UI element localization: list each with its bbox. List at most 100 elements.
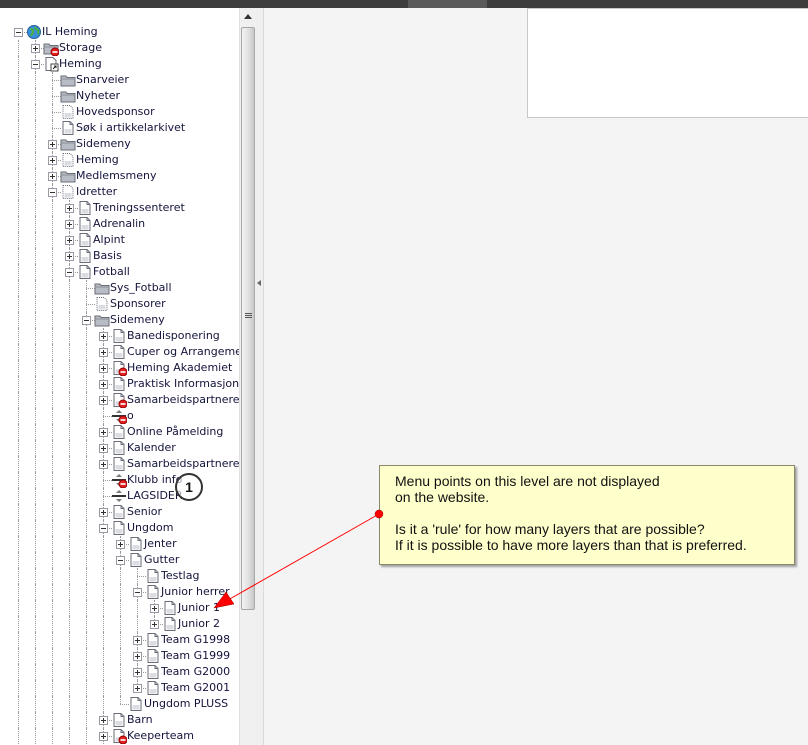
expand-icon[interactable] — [99, 460, 108, 469]
expand-icon[interactable] — [65, 204, 74, 213]
expand-icon[interactable] — [99, 348, 108, 357]
tree-node-label[interactable]: Basis — [93, 249, 122, 263]
tree-node-label[interactable]: Praktisk Informasjon — [127, 377, 239, 391]
tree-node-label[interactable]: Barn — [127, 713, 153, 727]
tree-node-label[interactable]: Heming Akademiet — [127, 361, 232, 375]
expand-icon[interactable] — [99, 508, 108, 517]
collapse-icon[interactable] — [99, 524, 108, 533]
tree-node[interactable]: Sys_Fotball — [0, 280, 239, 296]
expand-icon[interactable] — [133, 636, 142, 645]
tree-node-label[interactable]: Team G2001 — [161, 681, 230, 695]
tree-node-label[interactable]: Medlemsmeny — [76, 169, 156, 183]
tree-node-label[interactable]: Heming — [76, 153, 119, 167]
tree-node-label[interactable]: Fotball — [93, 265, 130, 279]
tree-node-label[interactable]: Heming — [59, 57, 102, 71]
tree-node-label[interactable]: Adrenalin — [93, 217, 145, 231]
tree-node-label[interactable]: Treningssenteret — [93, 201, 185, 215]
expand-icon[interactable] — [99, 364, 108, 373]
collapse-icon[interactable] — [14, 28, 23, 37]
tree-node-label[interactable]: Alpint — [93, 233, 125, 247]
tree-node[interactable]: Online Påmelding — [0, 424, 239, 440]
tree-node-label[interactable]: Online Påmelding — [127, 425, 223, 439]
tree-node[interactable]: LAGSIDER — [0, 488, 239, 504]
tree-node[interactable]: Snarveier — [0, 72, 239, 88]
expand-icon[interactable] — [133, 652, 142, 661]
tree-node[interactable]: Heming — [0, 152, 239, 168]
tree-node[interactable]: Sponsorer — [0, 296, 239, 312]
tree-node-label[interactable]: Sponsorer — [110, 297, 166, 311]
collapse-left-icon[interactable] — [257, 280, 261, 286]
tree-node[interactable]: Ungdom PLUSS — [0, 696, 239, 712]
scrollbar-thumb[interactable] — [241, 27, 255, 610]
tree-node[interactable]: Team G2000 — [0, 664, 239, 680]
tree-node[interactable]: Ungdom — [0, 520, 239, 536]
tree-node-label[interactable]: Banedisponering — [127, 329, 220, 343]
tree-node-label[interactable]: Sidemeny — [76, 137, 131, 151]
collapse-icon[interactable] — [31, 60, 40, 69]
tree-node[interactable]: Adrenalin — [0, 216, 239, 232]
expand-icon[interactable] — [48, 140, 57, 149]
collapse-icon[interactable] — [65, 268, 74, 277]
tree-node[interactable]: Treningssenteret — [0, 200, 239, 216]
tree-node-label[interactable]: Storage — [59, 41, 102, 55]
tree-node-label[interactable]: Team G1999 — [161, 649, 230, 663]
tree-node-label[interactable]: Samarbeidspartnere — [127, 393, 239, 407]
tree-node[interactable]: Junior 2 — [0, 616, 239, 632]
tree-node-label[interactable]: Søk i artikkelarkivet — [76, 121, 185, 135]
scroll-up-button[interactable] — [240, 8, 256, 26]
tree-node-label[interactable]: o — [127, 409, 134, 423]
expand-icon[interactable] — [133, 684, 142, 693]
tree-node-label[interactable]: Sys_Fotball — [110, 281, 172, 295]
tree-node[interactable]: Team G2001 — [0, 680, 239, 696]
tree-node[interactable]: Fotball — [0, 264, 239, 280]
tree-node-label[interactable]: Junior 1 — [178, 601, 220, 615]
tree-node[interactable]: Senior — [0, 504, 239, 520]
tree-node[interactable]: Basis — [0, 248, 239, 264]
collapse-icon[interactable] — [48, 188, 57, 197]
tree-node[interactable]: Søk i artikkelarkivet — [0, 120, 239, 136]
tree-node[interactable]: Keeperteam — [0, 728, 239, 745]
expand-icon[interactable] — [133, 668, 142, 677]
tree-node[interactable]: Heming Akademiet — [0, 360, 239, 377]
expand-icon[interactable] — [99, 380, 108, 389]
tree-node-label[interactable]: Samarbeidspartnere — [127, 457, 239, 471]
expand-icon[interactable] — [99, 732, 108, 741]
tree-node[interactable]: IL Heming — [0, 24, 239, 40]
panel-splitter[interactable] — [256, 8, 264, 745]
tree-node[interactable]: Storage — [0, 40, 239, 57]
tree-node[interactable]: Klubb info — [0, 472, 239, 489]
expand-icon[interactable] — [99, 396, 108, 405]
tree-node[interactable]: Junior herrer — [0, 584, 239, 600]
tree-node-label[interactable]: Hovedsponsor — [76, 105, 155, 119]
tree-node[interactable]: o — [0, 408, 239, 425]
tree-node-label[interactable]: Jenter — [144, 537, 177, 551]
tree-node-label[interactable]: Ungdom PLUSS — [144, 697, 228, 711]
expand-icon[interactable] — [65, 236, 74, 245]
tree-node[interactable]: Idretter — [0, 184, 239, 200]
tree-node-label[interactable]: Idretter — [76, 185, 117, 199]
tree-node[interactable]: Cuper og Arrangeme — [0, 344, 239, 360]
collapse-icon[interactable] — [82, 316, 91, 325]
tree-node-label[interactable]: Junior herrer — [161, 585, 230, 599]
expand-icon[interactable] — [48, 172, 57, 181]
collapse-icon[interactable] — [116, 556, 125, 565]
tree-node[interactable]: Heming — [0, 56, 239, 72]
tree-node[interactable]: Sidemeny — [0, 312, 239, 328]
tree-node-label[interactable]: Ungdom — [127, 521, 173, 535]
tree-node[interactable]: Banedisponering — [0, 328, 239, 344]
tree-scrollbar[interactable] — [239, 8, 256, 745]
tree-node[interactable]: Samarbeidspartnere — [0, 456, 239, 472]
tree-node[interactable]: Praktisk Informasjon — [0, 376, 239, 392]
tree-node-label[interactable]: IL Heming — [42, 25, 98, 39]
tree-node-label[interactable]: Senior — [127, 505, 162, 519]
tree-node-label[interactable]: Team G2000 — [161, 665, 230, 679]
tree-node[interactable]: Gutter — [0, 552, 239, 568]
expand-icon[interactable] — [31, 44, 40, 53]
tree-node[interactable]: Testlag — [0, 568, 239, 584]
tree-node[interactable]: Jenter — [0, 536, 239, 552]
tree-node-label[interactable]: Team G1998 — [161, 633, 230, 647]
tree-node[interactable]: Nyheter — [0, 88, 239, 104]
expand-icon[interactable] — [99, 444, 108, 453]
tree-node[interactable]: Junior 1 — [0, 600, 239, 616]
tree-node[interactable]: Hovedsponsor — [0, 104, 239, 120]
